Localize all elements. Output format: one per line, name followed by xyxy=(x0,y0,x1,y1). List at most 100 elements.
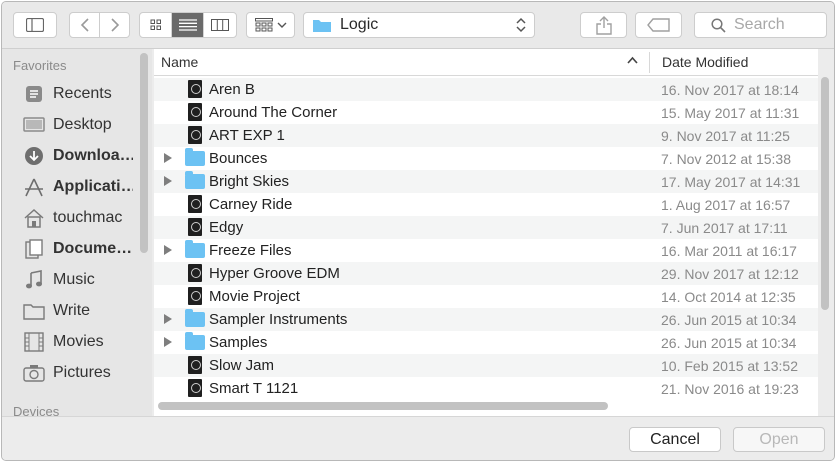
file-list: Name Date Modified Aren B 16. Nov 2017 at… xyxy=(154,49,818,416)
pictures-icon xyxy=(23,362,45,384)
sidebar-item-documents[interactable]: Docume… xyxy=(2,233,142,264)
file-name: ART EXP 1 xyxy=(209,127,285,144)
file-date-modified: 7. Nov 2012 at 15:38 xyxy=(661,150,791,167)
back-button[interactable] xyxy=(69,12,100,38)
cancel-button[interactable]: Cancel xyxy=(629,427,721,452)
file-date-modified: 26. Jun 2015 at 10:34 xyxy=(661,334,797,351)
file-name: Hyper Groove EDM xyxy=(209,265,340,282)
logic-project-icon xyxy=(188,356,202,374)
disclosure-triangle-icon[interactable] xyxy=(164,153,172,163)
forward-button[interactable] xyxy=(99,12,130,38)
toolbar: Logic Search xyxy=(2,2,834,49)
sidebar-item-downloads[interactable]: Downloa… xyxy=(2,140,142,171)
folder-icon xyxy=(185,332,205,350)
horizontal-scrollbar[interactable] xyxy=(158,402,608,410)
column-header: Name Date Modified xyxy=(154,49,818,76)
disclosure-triangle-icon[interactable] xyxy=(164,337,172,347)
sidebar-item-label: touchmac xyxy=(53,208,123,226)
file-date-modified: 16. Mar 2011 at 16:17 xyxy=(661,242,797,259)
sidebar-item-movies[interactable]: Movies xyxy=(2,326,142,357)
table-row[interactable]: Carney Ride 1. Aug 2017 at 16:57 xyxy=(154,193,818,216)
file-name: Carney Ride xyxy=(209,196,293,213)
open-button[interactable]: Open xyxy=(733,427,825,452)
file-name: Movie Project xyxy=(209,288,300,305)
sidebar-item-recents[interactable]: Recents xyxy=(2,78,142,109)
file-date-modified: 14. Oct 2014 at 12:35 xyxy=(661,288,796,305)
logic-project-icon xyxy=(188,287,202,305)
sort-ascending-icon[interactable] xyxy=(627,56,638,64)
sidebar-scrollbar[interactable] xyxy=(140,53,148,253)
disclosure-triangle-icon[interactable] xyxy=(164,176,172,186)
file-date-modified: 17. May 2017 at 14:31 xyxy=(661,173,801,190)
table-row[interactable]: Bounces 7. Nov 2012 at 15:38 xyxy=(154,147,818,170)
path-popup[interactable]: Logic xyxy=(303,12,535,38)
icon-view-button[interactable] xyxy=(140,13,172,37)
table-row[interactable]: Around The Corner 15. May 2017 at 11:31 xyxy=(154,101,818,124)
chevron-down-icon xyxy=(277,22,286,28)
table-row[interactable]: ART EXP 1 9. Nov 2017 at 11:25 xyxy=(154,124,818,147)
table-row[interactable]: Movie Project 14. Oct 2014 at 12:35 xyxy=(154,285,818,308)
folder-icon xyxy=(185,309,205,327)
sidebar-toggle-button[interactable] xyxy=(13,12,57,38)
table-row[interactable]: Smart T 1121 21. Nov 2016 at 19:23 xyxy=(154,377,818,400)
tags-button[interactable] xyxy=(635,12,682,38)
table-row[interactable]: Freeze Files 16. Mar 2011 at 16:17 xyxy=(154,239,818,262)
list-view-button[interactable] xyxy=(172,13,204,37)
file-date-modified: 1. Aug 2017 at 16:57 xyxy=(661,196,791,213)
name-column-header[interactable]: Name xyxy=(161,54,198,70)
sidebar-item-pictures[interactable]: Pictures xyxy=(2,357,142,388)
sidebar-item-touchmac[interactable]: touchmac xyxy=(2,202,142,233)
table-row[interactable]: Edgy 7. Jun 2017 at 17:11 xyxy=(154,216,818,239)
column-divider[interactable] xyxy=(649,52,650,73)
file-date-modified: 9. Nov 2017 at 11:25 xyxy=(661,127,790,144)
file-name: Bright Skies xyxy=(209,173,290,190)
movies-icon xyxy=(23,331,45,353)
logic-project-icon xyxy=(188,126,202,144)
sidebar-icon xyxy=(26,18,44,32)
search-placeholder: Search xyxy=(734,16,785,33)
disclosure-triangle-icon[interactable] xyxy=(164,314,172,324)
folder-icon xyxy=(185,171,205,189)
file-date-modified: 16. Nov 2017 at 18:14 xyxy=(661,81,799,98)
date-modified-column-header[interactable]: Date Modified xyxy=(662,54,748,70)
column-view-button[interactable] xyxy=(204,13,236,37)
folder-icon xyxy=(313,20,331,32)
table-row[interactable]: Aren B 16. Nov 2017 at 18:14 xyxy=(154,78,818,101)
arrange-menu-button[interactable] xyxy=(246,12,295,38)
tag-icon xyxy=(646,18,670,32)
view-mode-control xyxy=(139,12,237,38)
share-icon xyxy=(595,16,612,35)
share-button[interactable] xyxy=(580,12,627,38)
file-date-modified: 21. Nov 2016 at 19:23 xyxy=(661,380,799,397)
search-icon xyxy=(711,17,726,33)
chevron-left-icon xyxy=(80,18,89,32)
file-name: Around The Corner xyxy=(209,104,338,121)
file-name: Sampler Instruments xyxy=(209,311,348,328)
sidebar-item-applications[interactable]: Applicati… xyxy=(2,171,142,202)
recents-icon xyxy=(23,83,45,105)
vertical-scrollbar[interactable] xyxy=(821,77,829,310)
sidebar-item-label: Pictures xyxy=(53,363,111,381)
table-row[interactable]: Hyper Groove EDM 29. Nov 2017 at 12:12 xyxy=(154,262,818,285)
folder-icon xyxy=(23,300,45,322)
updown-chevron-icon xyxy=(516,17,526,33)
sidebar-item-write[interactable]: Write xyxy=(2,295,142,326)
logic-project-icon xyxy=(188,379,202,397)
sidebar-item-music[interactable]: Music xyxy=(2,264,142,295)
disclosure-triangle-icon[interactable] xyxy=(164,245,172,255)
file-name: Freeze Files xyxy=(209,242,292,259)
sidebar-item-desktop[interactable]: Desktop xyxy=(2,109,142,140)
grid-icon xyxy=(150,19,161,30)
table-row[interactable]: Slow Jam 10. Feb 2015 at 13:52 xyxy=(154,354,818,377)
table-row[interactable]: Sampler Instruments 26. Jun 2015 at 10:34 xyxy=(154,308,818,331)
table-row[interactable]: Samples 26. Jun 2015 at 10:34 xyxy=(154,331,818,354)
applications-icon xyxy=(23,176,45,198)
logic-project-icon xyxy=(188,80,202,98)
file-date-modified: 26. Jun 2015 at 10:34 xyxy=(661,311,797,328)
logic-project-icon xyxy=(188,195,202,213)
folder-icon xyxy=(185,240,205,258)
file-name: Samples xyxy=(209,334,268,351)
sidebar-item-label: Downloa… xyxy=(53,146,133,164)
table-row[interactable]: Bright Skies 17. May 2017 at 14:31 xyxy=(154,170,818,193)
search-field[interactable]: Search xyxy=(694,12,827,38)
